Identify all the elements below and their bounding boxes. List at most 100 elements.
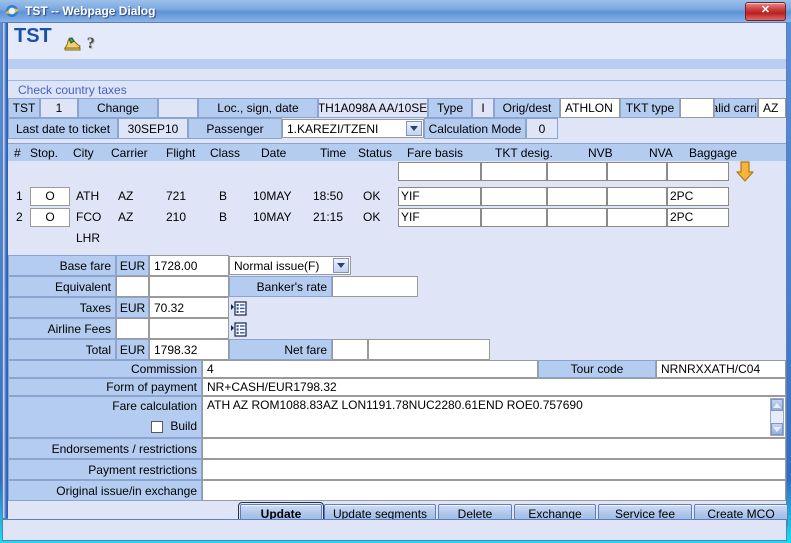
original-issue-value[interactable]: [202, 480, 786, 501]
segment-nvb-input[interactable]: [547, 187, 607, 206]
status-bar: [2, 519, 787, 541]
segment-status: OK: [363, 189, 381, 203]
blank-baggage-input[interactable]: [667, 162, 729, 181]
blank-nva-input[interactable]: [607, 162, 667, 181]
segment-stop-input[interactable]: O: [30, 208, 70, 227]
col-city: City: [73, 146, 94, 160]
close-button[interactable]: ✕: [745, 1, 786, 21]
page-header: TST ?: [8, 23, 786, 59]
segment-tkt-desig-input[interactable]: [481, 187, 547, 206]
shoe-icon[interactable]: [63, 36, 81, 51]
col-tkt-desig: TKT desig.: [495, 146, 553, 160]
total-value[interactable]: 1798.32: [149, 339, 229, 360]
airline-fees-currency[interactable]: [116, 318, 149, 339]
segment-nvb-input[interactable]: [547, 208, 607, 227]
col-stop: Stop.: [30, 146, 59, 160]
blank-fare-basis-input[interactable]: [398, 162, 481, 181]
net-fare-currency[interactable]: [332, 339, 368, 360]
tour-code-value[interactable]: NRNRXXATH/C04: [656, 360, 786, 378]
client-area: TST ? Check country taxes TST 1 Change L…: [2, 22, 788, 529]
taxes-value[interactable]: 70.32: [149, 297, 229, 318]
segment-fare-basis-input[interactable]: YIF: [398, 208, 481, 227]
payment-restrictions-label: Payment restrictions: [8, 459, 202, 480]
form-of-payment-value[interactable]: NR+CASH/EUR1798.32: [202, 378, 786, 396]
scroll-up-button[interactable]: [771, 399, 783, 411]
passenger-select[interactable]: 1.KAREZI/TZENI: [282, 119, 424, 138]
segment-flight: 210: [166, 210, 187, 224]
col-carrier: Carrier: [111, 146, 148, 160]
segment-nva-input[interactable]: [607, 208, 667, 227]
tour-code-label: Tour code: [538, 360, 656, 378]
payment-restrictions-value[interactable]: [202, 459, 786, 480]
valid-carrier-value[interactable]: AZ: [758, 98, 786, 118]
last-date-to-ticket-value[interactable]: 30SEP10: [118, 118, 188, 139]
total-label: Total: [8, 339, 116, 360]
segment-status: OK: [363, 210, 381, 224]
airline-fees-value[interactable]: [149, 318, 229, 339]
col-num: #: [14, 146, 21, 160]
table-row[interactable]: 2 O FCO AZ 210 B 10MAY 21:15 OK YIF 2PC: [8, 207, 786, 228]
tst-number[interactable]: 1: [40, 98, 78, 118]
equivalent-value[interactable]: [149, 276, 229, 297]
type-value[interactable]: I: [472, 98, 494, 118]
equivalent-label: Equivalent: [8, 276, 116, 297]
segment-stop-input[interactable]: O: [30, 187, 70, 206]
fare-calculation-value-cell[interactable]: ATH AZ ROM1088.83AZ LON1191.78NUC2280.61…: [202, 396, 786, 438]
segment-baggage-input[interactable]: 2PC: [667, 208, 729, 227]
chevron-down-icon[interactable]: [406, 121, 422, 136]
equivalent-currency[interactable]: [116, 276, 149, 297]
header-sub-band: [8, 59, 786, 69]
segment-date: 10MAY: [253, 210, 292, 224]
tkt-type-value[interactable]: [680, 98, 714, 118]
base-fare-value[interactable]: 1728.00: [149, 255, 229, 276]
orig-dest-value[interactable]: ATHLON: [560, 98, 620, 118]
issue-type-select[interactable]: Normal issue(F): [229, 256, 351, 275]
fare-calculation-label-cell: Fare calculation Build: [8, 396, 202, 438]
help-question-icon[interactable]: ?: [87, 36, 95, 52]
scroll-down-button[interactable]: [771, 423, 783, 435]
segment-class: B: [219, 189, 228, 203]
valid-carrier-label: Valid carrier: [714, 98, 758, 118]
orig-dest-label: Orig/dest: [494, 98, 560, 118]
total-row: Total EUR 1798.32 Net fare: [8, 339, 786, 360]
tst-label: TST: [8, 98, 40, 118]
chevron-down-icon[interactable]: [333, 258, 349, 273]
check-country-taxes-link[interactable]: Check country taxes: [18, 83, 127, 97]
title-bar: TST -- Webpage Dialog ✕: [0, 0, 791, 22]
list-detail-icon[interactable]: [231, 300, 247, 316]
form-of-payment-label: Form of payment: [8, 378, 202, 396]
net-fare-value[interactable]: [368, 339, 490, 360]
toolbar-row-2: Last date to ticket 30SEP10 Passenger 1.…: [8, 118, 786, 139]
dialog-window: TST -- Webpage Dialog ✕ TST ? Check coun…: [0, 0, 791, 543]
segment-carrier: AZ: [118, 189, 134, 203]
col-nva: NVA: [649, 146, 673, 160]
calculation-mode-value[interactable]: 0: [526, 118, 558, 139]
change-label[interactable]: Change: [78, 98, 158, 118]
col-baggage: Baggage: [689, 146, 738, 160]
bankers-rate-value[interactable]: [332, 276, 418, 297]
table-row[interactable]: 1 O ATH AZ 721 B 10MAY 18:50 OK YIF 2PC: [8, 186, 786, 207]
segment-tkt-desig-input[interactable]: [481, 208, 547, 227]
commission-row: Commission 4 Tour code NRNRXXATH/C04: [8, 360, 786, 378]
type-label: Type: [428, 98, 472, 118]
build-checkbox[interactable]: [150, 420, 163, 433]
col-time: Time: [320, 146, 347, 160]
segment-baggage-input[interactable]: 2PC: [667, 187, 729, 206]
check-country-taxes-row: Check country taxes: [8, 80, 786, 99]
loc-sign-date-value[interactable]: ATH1A098A AA/10SEP: [318, 98, 428, 118]
fare-calculation-scrollbar[interactable]: [770, 398, 784, 436]
fare-calculation-value: ATH AZ ROM1088.83AZ LON1191.78NUC2280.61…: [207, 398, 583, 412]
endorsements-row: Endorsements / restrictions: [8, 438, 786, 459]
blank-nvb-input[interactable]: [547, 162, 607, 181]
list-detail-icon[interactable]: [231, 321, 247, 337]
blank-tkt-desig-input[interactable]: [481, 162, 547, 181]
endorsements-value[interactable]: [202, 438, 786, 459]
segment-nva-input[interactable]: [607, 187, 667, 206]
segment-city: FCO: [76, 210, 102, 224]
change-value[interactable]: [158, 98, 198, 118]
last-date-to-ticket-label: Last date to ticket: [8, 118, 118, 139]
taxes-label: Taxes: [8, 297, 116, 318]
yellow-down-arrow-icon[interactable]: [735, 161, 755, 183]
commission-value[interactable]: 4: [202, 360, 538, 378]
segment-fare-basis-input[interactable]: YIF: [398, 187, 481, 206]
